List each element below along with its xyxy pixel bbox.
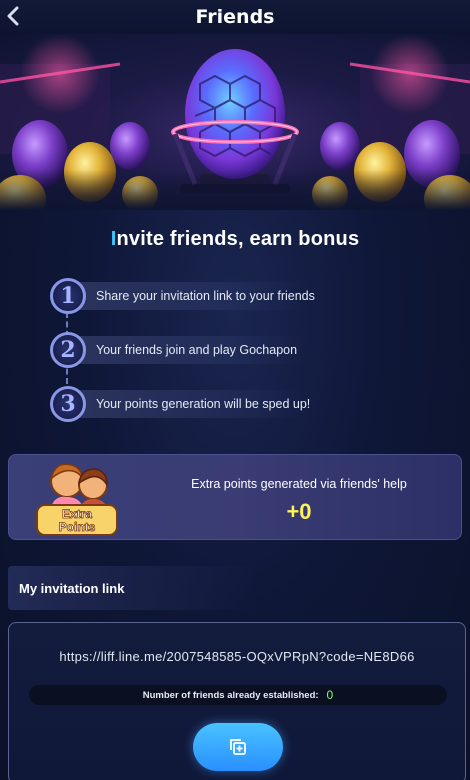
extra-points-badge: Extra Points: [36, 463, 118, 536]
heading-rest: nvite friends, earn bonus: [116, 228, 360, 250]
invitation-section-title: My invitation link: [8, 566, 258, 610]
extra-points-card: Extra Points Extra points generated via …: [8, 454, 462, 540]
friends-count-label: Number of friends already established:: [142, 689, 319, 701]
page: Friends Invite friends, earn bonus 1 Sha…: [0, 0, 470, 780]
step-item: 3 Your points generation will be sped up…: [50, 386, 430, 422]
step-text: Share your invitation link to your frien…: [96, 289, 315, 303]
page-title: Friends: [195, 6, 275, 28]
copy-icon: [230, 739, 246, 755]
invitation-url[interactable]: https://liff.line.me/2007548585-OQxVPRpN…: [9, 649, 465, 664]
copy-link-button[interactable]: [193, 723, 283, 771]
friends-count-value: 0: [326, 688, 334, 702]
extra-points-value: +0: [286, 499, 312, 524]
badge-line-2: Points: [59, 520, 96, 534]
invite-heading: Invite friends, earn bonus: [0, 228, 470, 251]
step-item: 1 Share your invitation link to your fri…: [50, 278, 430, 314]
chevron-left-icon: [7, 6, 19, 26]
step-item: 2 Your friends join and play Gochapon: [50, 332, 430, 368]
step-text: Your points generation will be sped up!: [96, 397, 311, 411]
top-bar: Friends: [0, 0, 470, 34]
step-number-badge: 3: [50, 386, 86, 422]
back-button[interactable]: [2, 4, 24, 28]
step-number-badge: 1: [50, 278, 86, 314]
friends-count-bar: Number of friends already established: 0: [29, 685, 447, 705]
invitation-link-box: https://liff.line.me/2007548585-OQxVPRpN…: [8, 622, 466, 780]
step-number-badge: 2: [50, 332, 86, 368]
extra-points-label: Extra points generated via friends' help: [191, 477, 407, 491]
hero-image: [0, 34, 470, 210]
step-text: Your friends join and play Gochapon: [96, 343, 298, 357]
steps-list: 1 Share your invitation link to your fri…: [50, 278, 430, 428]
badge-line-1: Extra: [62, 507, 92, 521]
